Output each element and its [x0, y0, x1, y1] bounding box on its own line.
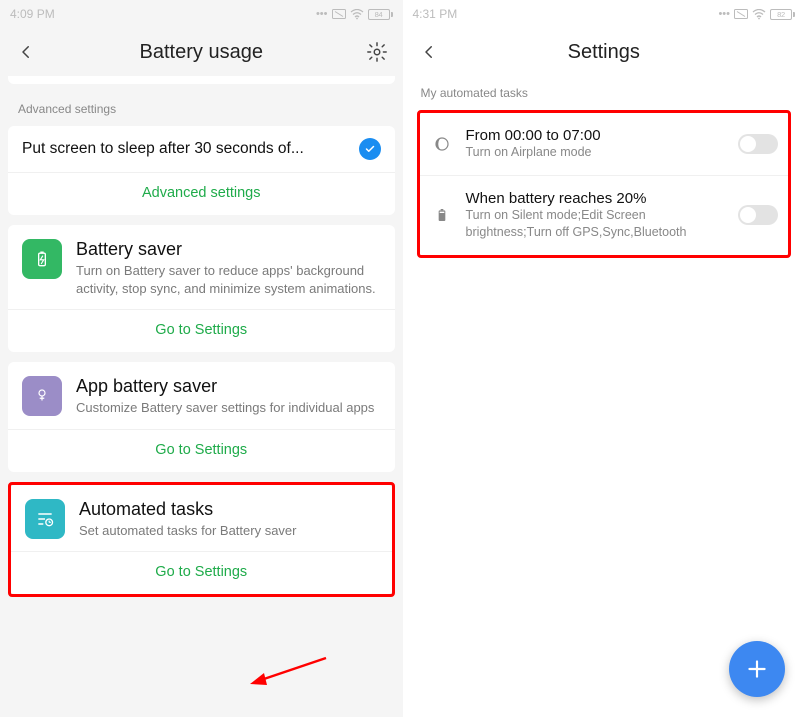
battery-saver-icon [22, 239, 62, 279]
automated-tasks-link[interactable]: Go to Settings [11, 551, 392, 594]
moon-icon [430, 132, 454, 156]
nav-bar: Battery usage [0, 28, 403, 76]
app-battery-saver-icon [22, 376, 62, 416]
add-task-fab[interactable] [729, 641, 785, 697]
task-toggle[interactable] [738, 205, 778, 225]
automated-tasks-highlight: Automated tasks Set automated tasks for … [8, 482, 395, 598]
back-button[interactable] [417, 40, 441, 64]
section-label: Advanced settings [8, 92, 395, 126]
status-time: 4:09 PM [10, 7, 55, 21]
status-time: 4:31 PM [413, 7, 458, 21]
task-desc: Turn on Silent mode;Edit Screen brightne… [466, 207, 727, 241]
battery-saver-desc: Turn on Battery saver to reduce apps' ba… [76, 262, 381, 297]
status-bar: 4:09 PM ••• 84 [0, 0, 403, 28]
status-icons: ••• 84 [316, 8, 393, 20]
battery-usage-screen: 4:09 PM ••• 84 Battery usage Advanced se… [0, 0, 403, 717]
task-schedule-item[interactable]: From 00:00 to 07:00 Turn on Airplane mod… [420, 113, 789, 176]
sleep-card: Put screen to sleep after 30 seconds of.… [8, 126, 395, 215]
task-desc: Turn on Airplane mode [466, 144, 727, 161]
battery-icon [430, 203, 454, 227]
task-toggle[interactable] [738, 134, 778, 154]
battery-saver-card: Battery saver Turn on Battery saver to r… [8, 225, 395, 352]
back-button[interactable] [14, 40, 38, 64]
battery-saver-link[interactable]: Go to Settings [8, 309, 395, 352]
app-battery-saver-desc: Customize Battery saver settings for ind… [76, 399, 381, 417]
settings-screen: 4:31 PM ••• 82 Settings My automated tas… [403, 0, 805, 717]
app-battery-saver-card: App battery saver Customize Battery save… [8, 362, 395, 472]
settings-button[interactable] [365, 40, 389, 64]
annotation-arrow [248, 653, 328, 698]
task-list-highlight: From 00:00 to 07:00 Turn on Airplane mod… [417, 110, 792, 258]
nav-bar: Settings [403, 28, 805, 76]
top-card-edge [8, 76, 395, 84]
task-battery-item[interactable]: When battery reaches 20% Turn on Silent … [420, 176, 789, 255]
advanced-settings-link[interactable]: Advanced settings [8, 172, 395, 215]
sleep-row[interactable]: Put screen to sleep after 30 seconds of.… [8, 126, 395, 172]
page-title: Battery usage [38, 41, 365, 64]
automated-tasks-icon [25, 499, 65, 539]
automated-tasks-title: Automated tasks [79, 499, 378, 520]
automated-tasks-desc: Set automated tasks for Battery saver [79, 522, 378, 540]
status-icons: ••• 82 [718, 8, 795, 20]
section-label: My automated tasks [417, 76, 792, 110]
app-battery-saver-title: App battery saver [76, 376, 381, 397]
task-title: When battery reaches 20% [466, 190, 727, 207]
task-title: From 00:00 to 07:00 [466, 127, 727, 144]
sleep-row-text: Put screen to sleep after 30 seconds of.… [22, 140, 351, 158]
status-bar: 4:31 PM ••• 82 [403, 0, 805, 28]
page-title: Settings [441, 41, 768, 64]
battery-saver-title: Battery saver [76, 239, 381, 260]
check-icon [359, 138, 381, 160]
automated-tasks-card: Automated tasks Set automated tasks for … [11, 485, 392, 595]
app-battery-saver-link[interactable]: Go to Settings [8, 429, 395, 472]
